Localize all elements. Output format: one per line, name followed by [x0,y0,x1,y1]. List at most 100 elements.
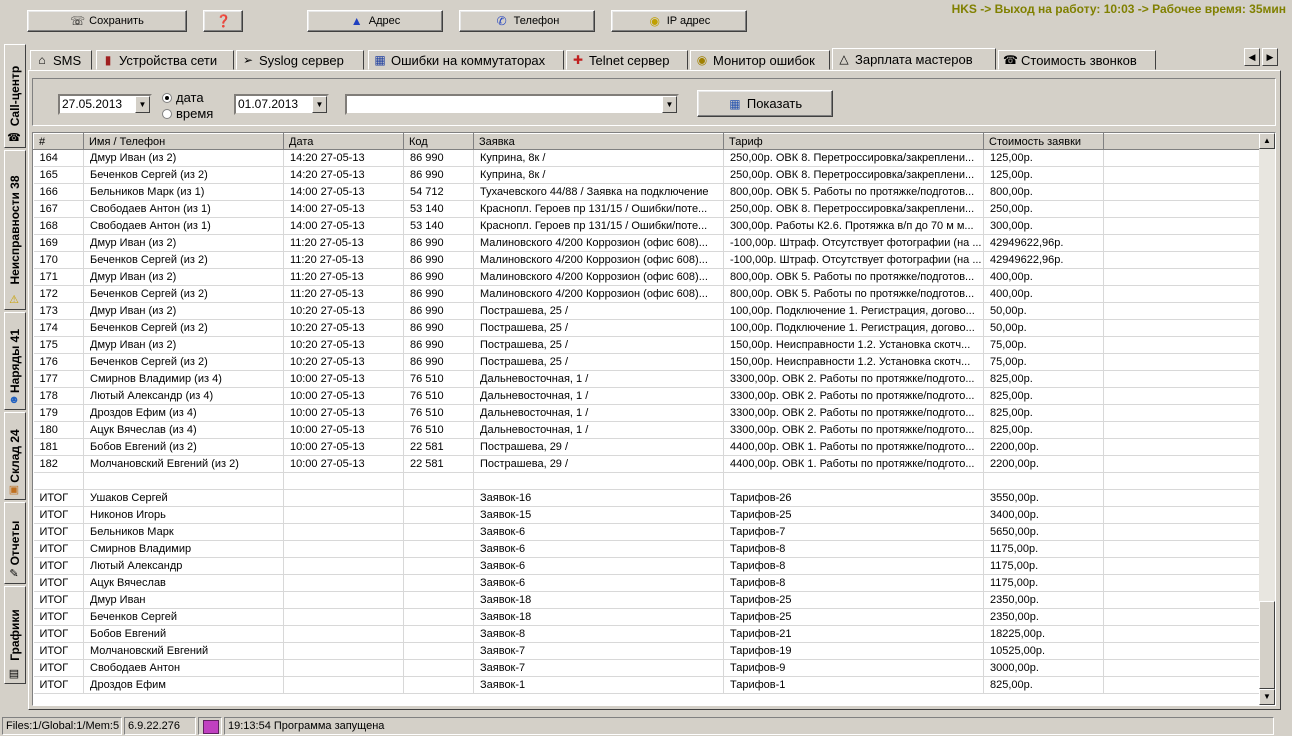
table-row[interactable]: 174 Беченков Сергей (из 2) 10:20 27-05-13 8… [33,319,1262,337]
table-row[interactable]: ИТОГ Свободаев Антон Заявок-7 Тарифов-9 3000… [33,659,1262,677]
table-cell: 10:00 27-05-13 [283,438,404,456]
table-row[interactable]: 168 Свободаев Антон (из 1) 14:00 27-05-13 5… [33,217,1262,235]
scroll-down-button[interactable]: ▼ [1259,689,1275,705]
date-to-combo[interactable]: 01.07.2013 ▼ [234,94,329,115]
table-row[interactable]: 177 Смирнов Владимир (из 4) 10:00 27-05-13… [33,370,1262,388]
column-header[interactable]: Тариф [723,133,984,150]
table-row[interactable]: ИТОГ Дроздов Ефим Заявок-1 Тарифов-1 825,00р… [33,676,1262,694]
radio-time[interactable]: время [162,106,213,121]
column-header[interactable]: Код [403,133,474,150]
radio-dot [162,92,172,103]
phone-button[interactable]: ✆ Телефон [459,10,595,32]
table-row[interactable]: 167 Свободаев Антон (из 1) 14:00 27-05-13 5… [33,200,1262,218]
table-cell: 53 140 [403,200,474,218]
table-row[interactable]: 173 Дмур Иван (из 2) 10:20 27-05-13 86 990 П… [33,302,1262,320]
tab-sms[interactable]: ⌂ SMS [30,50,92,70]
column-header[interactable]: Имя / Телефон [83,133,284,150]
table-row[interactable]: ИТОГ Ушаков Сергей Заявок-16 Тарифов-26 3550… [33,489,1262,507]
tab-call-cost[interactable]: ☎ Стоимость звонков [998,50,1156,70]
date-from-combo[interactable]: 27.05.2013 ▼ [58,94,152,115]
show-button[interactable]: ▦ Показать [697,90,833,117]
side-tab-faults[interactable]: Неисправности 38 [4,150,26,310]
table-cell: Никонов Игорь [83,506,284,524]
master-select[interactable]: ▼ [345,94,679,115]
table-row[interactable]: 164 Дмур Иван (из 2) 14:20 27-05-13 86 990 К… [33,149,1262,167]
status-indicator [198,717,222,735]
table-cell: 2200,00р. [983,455,1104,473]
table-row[interactable]: ИТОГ Бельников Марк Заявок-6 Тарифов-7 5650,… [33,523,1262,541]
tab-scroll-left-button[interactable]: ◀ [1244,48,1260,66]
tab-syslog-server[interactable]: ➢ Syslog сервер [236,50,364,70]
tab-scroll-right-button[interactable]: ▶ [1262,48,1278,66]
save-button[interactable]: ☏ Сохранить [27,10,187,32]
table-row[interactable]: 170 Беченков Сергей (из 2) 11:20 27-05-13 8… [33,251,1262,269]
chevron-down-icon[interactable]: ▼ [312,96,327,113]
table-row[interactable]: 182 Молчановский Евгений (из 2) 10:00 27-0… [33,455,1262,473]
table-cell: 86 990 [403,149,474,167]
table-row[interactable]: ИТОГ Ацук Вячеслав Заявок-6 Тарифов-8 1175,0… [33,574,1262,592]
side-tab-label: Call-центр [8,65,22,127]
table-row[interactable]: ИТОГ Никонов Игорь Заявок-15 Тарифов-25 3400… [33,506,1262,524]
table-cell: Смирнов Владимир (из 4) [83,370,284,388]
table-cell-filler [1103,608,1262,626]
table-row[interactable]: ИТОГ Молчановский Евгений Заявок-7 Тарифов-… [33,642,1262,660]
table-cell-filler [1103,676,1262,694]
table-cell: Тарифов-8 [723,574,984,592]
table-cell: 100,00р. Подключение 1. Регистрация, дог… [723,319,984,337]
tab-label: Syslog сервер [259,52,344,68]
table-row[interactable]: 165 Беченков Сергей (из 2) 14:20 27-05-13 8… [33,166,1262,184]
table-row[interactable]: ИТОГ Смирнов Владимир Заявок-6 Тарифов-8 117… [33,540,1262,558]
table-cell: 86 990 [403,285,474,303]
table-cell: 22 581 [403,438,474,456]
table-row[interactable]: 171 Дмур Иван (из 2) 11:20 27-05-13 86 990 М… [33,268,1262,286]
tab-master-salary[interactable]: △ Зарплата мастеров [832,48,996,70]
table-row[interactable]: 180 Ацук Вячеслав (из 4) 10:00 27-05-13 76 … [33,421,1262,439]
table-row[interactable]: ИТОГ Беченков Сергей Заявок-18 Тарифов-25 23… [33,608,1262,626]
table-cell [403,642,474,660]
table-row[interactable]: 166 Бельников Марк (из 1) 14:00 27-05-13 54… [33,183,1262,201]
table-cell: 165 [33,166,84,184]
column-header[interactable]: # [33,133,84,150]
tab-network-devices[interactable]: ▮ Устройства сети [96,50,234,70]
table-row[interactable]: ИТОГ Дмур Иван Заявок-18 Тарифов-25 2350,00р… [33,591,1262,609]
table-cell: Молчановский Евгений [83,642,284,660]
table-cell: 800,00р. ОВК 5. Работы по протяжке/подго… [723,268,984,286]
ip-address-button[interactable]: ◉ IP адрес [611,10,747,32]
column-header[interactable]: Заявка [473,133,724,150]
tab-telnet-server[interactable]: ✚ Telnet сервер [566,50,688,70]
chevron-down-icon[interactable]: ▼ [662,96,677,113]
table-cell: Заявок-6 [473,540,724,558]
table-row[interactable]: 175 Дмур Иван (из 2) 10:20 27-05-13 86 990 П… [33,336,1262,354]
scroll-up-button[interactable]: ▲ [1259,133,1275,149]
tab-switch-errors[interactable]: ▦ Ошибки на коммутаторах [368,50,564,70]
scroll-thumb[interactable] [1259,601,1275,689]
table-row[interactable]: 169 Дмур Иван (из 2) 11:20 27-05-13 86 990 М… [33,234,1262,252]
table-row[interactable]: 178 Лютый Александр (из 4) 10:00 27-05-13 7… [33,387,1262,405]
table-row[interactable]: ИТОГ Лютый Александр Заявок-6 Тарифов-8 1175… [33,557,1262,575]
table-row[interactable]: ИТОГ Бобов Евгений Заявок-8 Тарифов-21 18225… [33,625,1262,643]
ip-address-label: IP адрес [666,15,711,27]
table-row[interactable]: 176 Беченков Сергей (из 2) 10:20 27-05-13 8… [33,353,1262,371]
tab-error-monitor[interactable]: ◉ Монитор ошибок [690,50,830,70]
grid-vertical-scrollbar[interactable]: ▲ ▼ [1259,133,1275,705]
table-cell: Краснопл. Героев пр 131/15 / Ошибки/поте… [473,200,724,218]
help-button[interactable]: ❓ [203,10,243,32]
side-tab-label: Наряды 41 [8,328,22,394]
column-header[interactable]: Дата [283,133,404,150]
table-row[interactable] [33,472,1262,490]
table-row[interactable]: 181 Бобов Евгений (из 2) 10:00 27-05-13 22 … [33,438,1262,456]
table-cell: 10:20 27-05-13 [283,336,404,354]
table-row[interactable]: 179 Дроздов Ефим (из 4) 10:00 27-05-13 76 5… [33,404,1262,422]
arrow-up-icon: ▲ [1263,136,1271,145]
address-button[interactable]: ▲ Адрес [307,10,443,32]
table-row[interactable]: 172 Беченков Сергей (из 2) 11:20 27-05-13 8… [33,285,1262,303]
table-cell-filler [1103,302,1262,320]
chevron-down-icon[interactable]: ▼ [135,96,150,113]
tab-label: Зарплата мастеров [855,51,973,67]
date-to-value: 01.07.2013 [238,97,299,111]
radio-date[interactable]: дата [162,90,204,105]
table-cell: 86 990 [403,166,474,184]
column-header[interactable]: Стоимость заявки [983,133,1104,150]
table-cell: Пострашева, 25 / [473,353,724,371]
table-cell: ИТОГ [33,557,84,575]
